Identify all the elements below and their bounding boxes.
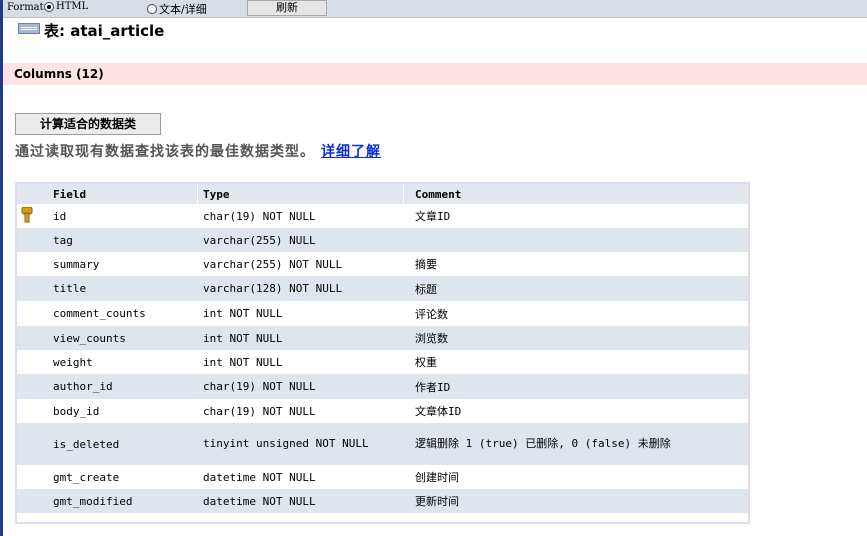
format-option-text-label: 文本/详细 xyxy=(159,3,207,16)
row-type: varchar(255) NULL xyxy=(203,233,316,247)
table-row: comment_counts int NOT NULL 评论数 xyxy=(17,301,748,326)
row-type: int NOT NULL xyxy=(203,331,283,345)
row-field: id xyxy=(53,209,67,223)
columns-section-header: Columns (12) xyxy=(3,63,867,85)
row-field: tag xyxy=(53,233,73,247)
row-comment: 作者ID xyxy=(415,380,451,394)
row-field: title xyxy=(53,282,87,295)
row-field: is_deleted xyxy=(53,437,120,451)
page-title: 表: atai_article xyxy=(18,20,164,41)
row-comment: 创建时间 xyxy=(415,471,459,484)
table-row: weight int NOT NULL 权重 xyxy=(17,350,748,374)
calculate-datatypes-button[interactable]: 计算适合的数据类 xyxy=(15,113,161,135)
header-field: Field xyxy=(53,187,87,201)
row-type: varchar(255) NOT NULL xyxy=(203,257,343,271)
table-row: title varchar(128) NOT NULL 标题 xyxy=(17,276,748,301)
description-label: 通过读取现有数据查找该表的最佳数据类型。 xyxy=(15,144,315,160)
format-option-html-label: HTML xyxy=(56,1,89,12)
header-type: Type xyxy=(203,187,230,201)
row-field: body_id xyxy=(53,404,100,418)
row-comment: 更新时间 xyxy=(415,495,459,508)
format-label: Format: xyxy=(7,2,48,13)
row-comment: 文章ID xyxy=(415,210,451,223)
row-field: gmt_modified xyxy=(53,494,133,508)
description-text: 通过读取现有数据查找该表的最佳数据类型。 详细了解 xyxy=(15,141,381,161)
row-type: int NOT NULL xyxy=(203,307,283,320)
row-type: datetime NOT NULL xyxy=(203,470,316,484)
refresh-button[interactable]: 刷新 xyxy=(247,0,327,16)
format-toolbar: Format: HTML 文本/详细 刷新 xyxy=(3,0,867,18)
table-row: id char(19) NOT NULL 文章ID xyxy=(17,204,748,228)
format-option-html[interactable]: HTML xyxy=(44,1,88,12)
row-comment xyxy=(415,228,745,252)
table-row: tag varchar(255) NULL xyxy=(17,228,748,252)
row-field: view_counts xyxy=(53,331,126,345)
table-row: is_deleted tinyint unsigned NOT NULL 逻辑删除 … xyxy=(17,423,748,465)
row-comment: 逻辑删除 1 (true) 已删除, 0 (false) 未删除 xyxy=(415,437,671,450)
row-type: char(19) NOT NULL xyxy=(203,404,316,418)
row-type: tinyint unsigned NOT NULL xyxy=(203,437,369,450)
row-type: varchar(128) NOT NULL xyxy=(203,282,343,295)
row-comment: 标题 xyxy=(415,282,437,296)
row-field: author_id xyxy=(53,380,113,393)
table-row: body_id char(19) NOT NULL 文章体ID xyxy=(17,399,748,423)
row-comment: 权重 xyxy=(415,356,437,369)
row-comment: 摘要 xyxy=(415,258,437,271)
primary-key-icon xyxy=(21,207,33,223)
row-comment: 浏览数 xyxy=(415,332,448,345)
table-row: author_id char(19) NOT NULL 作者ID xyxy=(17,374,748,399)
table-row: summary varchar(255) NOT NULL 摘要 xyxy=(17,252,748,276)
row-field: weight xyxy=(53,355,93,369)
table-row: view_counts int NOT NULL 浏览数 xyxy=(17,326,748,350)
row-type: char(19) NOT NULL xyxy=(203,209,316,223)
row-type: datetime NOT NULL xyxy=(203,494,316,508)
columns-table: Field Type Comment id char(19) NOT NULL 文章… xyxy=(15,182,750,524)
table-icon xyxy=(18,23,40,34)
format-option-text[interactable]: 文本/详细 xyxy=(147,1,207,17)
row-type: char(19) NOT NULL xyxy=(203,380,316,393)
row-field: gmt_create xyxy=(53,470,120,484)
header-comment: Comment xyxy=(415,187,462,201)
radio-selected-icon[interactable] xyxy=(44,1,54,12)
page-title-text: 表: atai_article xyxy=(44,22,165,40)
table-row: gmt_create datetime NOT NULL 创建时间 xyxy=(17,465,748,489)
row-field: summary xyxy=(53,257,100,271)
table-header-row: Field Type Comment xyxy=(17,184,748,204)
columns-count-label: Columns (12) xyxy=(14,67,104,81)
row-comment: 文章体ID xyxy=(415,405,462,418)
row-comment: 评论数 xyxy=(415,307,448,321)
row-type: int NOT NULL xyxy=(203,355,283,369)
row-field: comment_counts xyxy=(53,307,146,320)
learn-more-link[interactable]: 详细了解 xyxy=(321,144,381,160)
radio-unselected-icon[interactable] xyxy=(147,4,157,14)
table-row: gmt_modified datetime NOT NULL 更新时间 xyxy=(17,489,748,513)
